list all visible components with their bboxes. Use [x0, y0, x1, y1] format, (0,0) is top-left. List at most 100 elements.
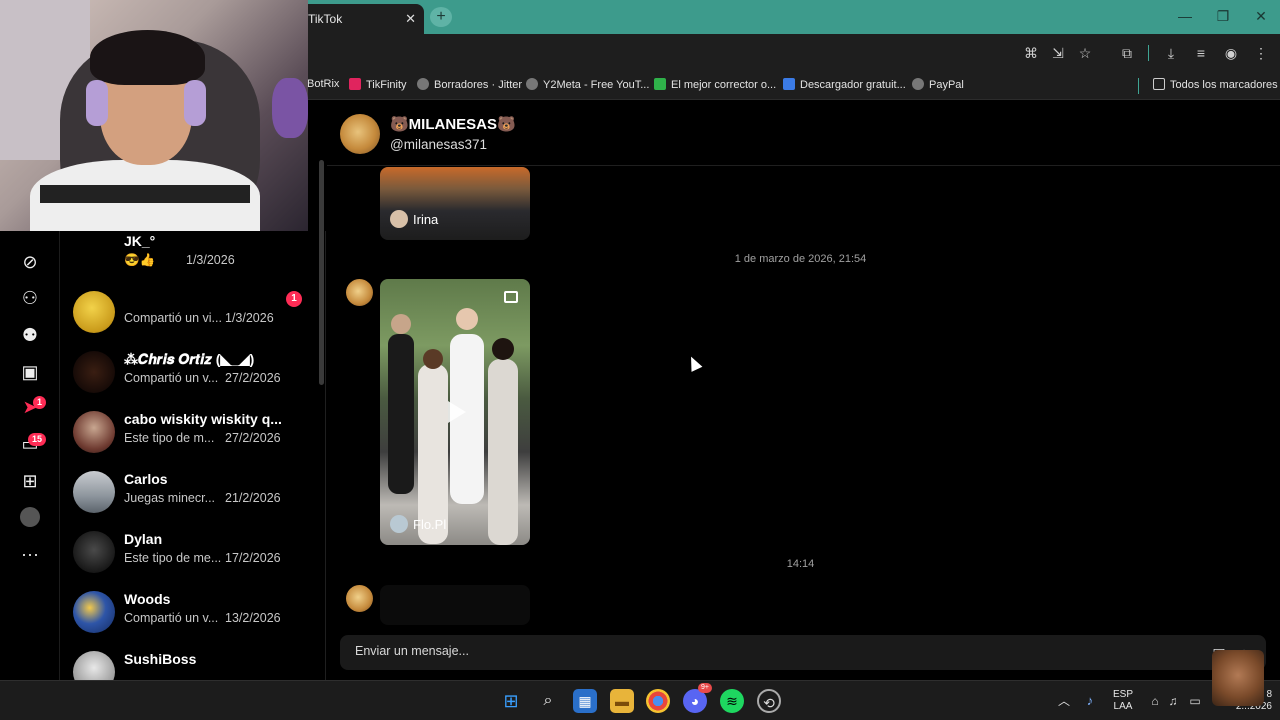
bookmark-star-icon[interactable]: ☆ [1076, 44, 1094, 62]
conversation-name: SushiBoss [124, 651, 197, 667]
battery-icon[interactable]: ▭ [1183, 689, 1207, 713]
new-tab-button[interactable]: + [430, 7, 452, 27]
author-avatar [390, 210, 408, 228]
author-avatar [390, 515, 408, 533]
language-indicator[interactable]: ESP LAA [1110, 689, 1136, 713]
friends-icon[interactable]: ⚉ [18, 324, 42, 348]
card-author: Flo.Pl [390, 515, 446, 533]
bookmarks-divider [1138, 78, 1139, 94]
webcam-plush-toy [272, 78, 308, 138]
chat-name[interactable]: 🐻MILANESAS🐻 [390, 115, 516, 133]
compass-icon[interactable]: ⊘ [18, 251, 42, 275]
video-thumbnail [388, 308, 518, 545]
profile-icon[interactable] [18, 507, 42, 531]
bookmark-jitter[interactable]: Borradores · Jitter [417, 78, 522, 91]
chat-avatar[interactable] [340, 114, 380, 154]
avatar [73, 411, 115, 453]
conversation-date: 27/2/2026 [225, 431, 281, 445]
timestamp: 1 de marzo de 2026, 21:54 [734, 253, 867, 265]
bookmark-descargador[interactable]: Descargador gratuit... [783, 78, 906, 91]
media-control-icon[interactable]: ≡ [1192, 44, 1210, 62]
conversation-preview: Compartió un v... [124, 611, 219, 625]
all-bookmarks-folder[interactable]: Todos los marcadores [1153, 78, 1278, 91]
shared-video-card[interactable] [380, 585, 530, 625]
conversation-preview: Compartió un vi... [124, 311, 222, 325]
message-input[interactable] [355, 644, 1175, 658]
conversation-item[interactable]: cabo wiskity wiskity q... Este tipo de m… [61, 411, 325, 471]
close-tab-icon[interactable]: ✕ [405, 11, 416, 27]
conversation-item[interactable]: Woods Compartió un v... 13/2/2026 [61, 591, 325, 651]
conversation-name: JK_° [124, 233, 156, 249]
avatar [73, 531, 115, 573]
toolbar-divider [1148, 45, 1149, 61]
unread-badge: 1 [286, 291, 302, 307]
conversation-item[interactable]: SushiBoss [61, 651, 325, 680]
chat-handle: @milanesas371 [390, 137, 488, 152]
app-icon[interactable]: ⟲ [757, 689, 781, 713]
search-icon[interactable]: ⌕ [536, 689, 560, 713]
message-avatar [346, 585, 373, 612]
message-composer: ▣ ☺ [340, 635, 1266, 670]
avatar [73, 351, 115, 393]
microphone-icon[interactable]: ♪ [1078, 689, 1102, 713]
bookmark-tikfinity[interactable]: TikFinity [349, 78, 407, 91]
follow-icon[interactable]: ⚇ [18, 287, 42, 311]
card-author: Irina [390, 210, 438, 228]
conversation-item[interactable]: Compartió un vi... 1/3/2026 1 [61, 291, 325, 351]
chat-panel: 🐻MILANESAS🐻 @milanesas371 Irina 1 de mar… [327, 101, 1280, 680]
conversation-preview: Juegas minecr... [124, 491, 216, 505]
minimize-button[interactable]: — [1166, 0, 1204, 34]
file-explorer-icon[interactable]: ▬ [610, 689, 634, 713]
conversation-name: Woods [124, 591, 171, 607]
bookmark-paypal[interactable]: PayPal [912, 78, 964, 91]
spotify-icon[interactable]: ≋ [720, 689, 744, 713]
tab-tiktok[interactable]: TikTok ✕ [296, 4, 424, 34]
gallery-icon [504, 291, 518, 303]
downloads-icon[interactable]: ⤓ [1162, 44, 1180, 62]
tab-title: TikTok [308, 12, 343, 26]
chrome-icon[interactable] [646, 689, 670, 713]
shared-video-card[interactable]: Irina [380, 167, 530, 240]
extensions-icon[interactable]: ⧉ [1118, 44, 1136, 62]
profile-avatar-icon[interactable]: ◉ [1222, 44, 1240, 62]
close-window-button[interactable]: ✕ [1242, 0, 1280, 34]
conversation-item[interactable]: Dylan Este tipo de me... 17/2/2026 [61, 531, 325, 591]
store-icon[interactable]: ▦ [573, 689, 597, 713]
more-icon[interactable]: ··· [18, 543, 42, 567]
globe-icon [526, 78, 538, 90]
conversation-preview: 😎👍 [124, 253, 156, 267]
bookmark-y2meta[interactable]: Y2Meta - Free YouT... [526, 78, 649, 91]
upload-icon[interactable]: ⊞ [18, 470, 42, 494]
volume-icon[interactable]: ♫ [1161, 689, 1185, 713]
shared-video-card[interactable]: Flo.Pl [380, 279, 530, 545]
conversation-date: 1/3/2026 [225, 311, 274, 325]
menu-kebab-icon[interactable]: ⋮ [1252, 44, 1270, 62]
restore-button[interactable]: ❐ [1204, 0, 1242, 34]
conversation-item[interactable]: JK_° 😎👍 1/3/2026 [61, 233, 325, 293]
message-avatar [346, 279, 373, 306]
corrector-icon [654, 78, 666, 90]
headphone-left [86, 80, 108, 126]
live-icon[interactable]: ▣ [18, 361, 42, 385]
conversation-preview: Compartió un v... [124, 371, 219, 385]
folder-icon [1153, 78, 1165, 90]
webcam-shirt-stripe [40, 185, 250, 203]
conversation-item[interactable]: ⁂𝑪𝒉𝒓𝒊𝒔 𝑶𝒓𝒕𝒊𝒛 (◣_◢) Compartió un v... 27/… [61, 351, 325, 411]
tiktok-left-rail: ⊘ ⚇ ⚉ ▣ ➤ 1 ▭ 15 ⊞ ··· [0, 231, 60, 680]
conversation-name: Dylan [124, 531, 163, 547]
start-windows-icon[interactable]: ⊞ [499, 689, 523, 713]
bookmark-botrix[interactable]: BotRix [307, 78, 339, 90]
conversation-item[interactable]: Carlos Juegas minecr... 21/2/2026 [61, 471, 325, 531]
webcam-overlay [0, 0, 308, 231]
tray-chevron-up-icon[interactable]: ︿ [1052, 689, 1076, 713]
translate-icon[interactable]: ⌘ [1022, 44, 1040, 62]
webcam-hair [90, 30, 205, 85]
avatar [73, 651, 115, 680]
conversation-list: JK_° 😎👍 1/3/2026 Compartió un vi... 1/3/… [61, 231, 326, 680]
tikfinity-icon [349, 78, 361, 90]
install-app-icon[interactable]: ⇲ [1049, 44, 1067, 62]
bookmark-corrector[interactable]: El mejor corrector o... [654, 78, 776, 91]
timestamp: 14:14 [786, 558, 815, 570]
messages-badge: 15 [28, 433, 47, 446]
conversation-scrollbar[interactable] [319, 160, 324, 385]
